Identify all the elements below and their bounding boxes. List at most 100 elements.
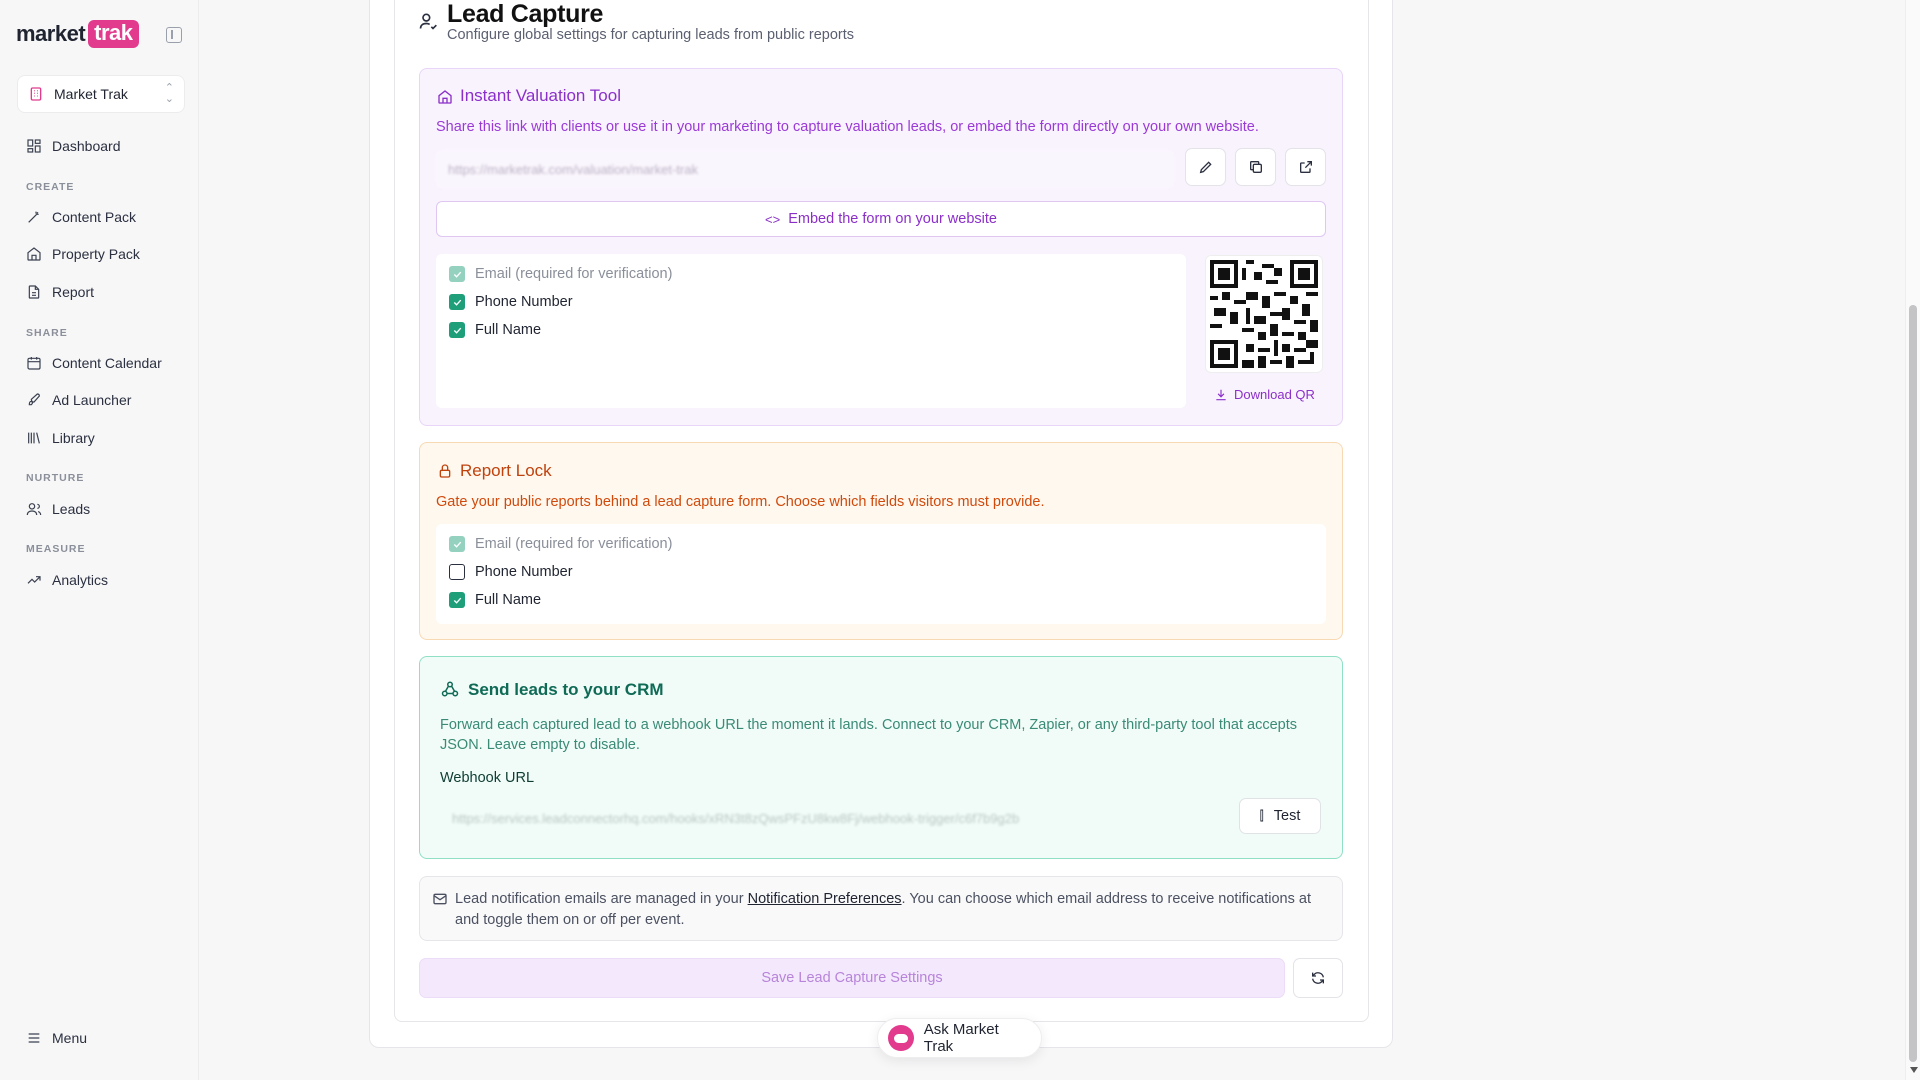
file-text-icon xyxy=(28,285,40,299)
code-icon: <> xyxy=(765,211,781,227)
webhook-url-label: Webhook URL xyxy=(440,770,535,786)
home-icon xyxy=(27,247,41,261)
sidebar-item-dashboard[interactable]: Dashboard xyxy=(26,135,121,157)
test-label: Test xyxy=(1273,808,1301,824)
sidebar-item-leads[interactable]: Leads xyxy=(26,498,90,520)
ivt-fullname-checkbox[interactable]: Full Name xyxy=(449,322,541,338)
sidebar-item-label: Ad Launcher xyxy=(52,392,132,408)
checkbox-unchecked-icon[interactable] xyxy=(449,564,465,580)
user-check-icon xyxy=(419,13,437,30)
building-icon xyxy=(30,87,42,101)
checkbox-label: Phone Number xyxy=(475,564,573,580)
sidebar-item-property-pack[interactable]: Property Pack xyxy=(26,243,140,265)
org-switcher[interactable]: Market Trak ⌃ ⌄ xyxy=(17,75,185,113)
sidebar-item-content-calendar[interactable]: Content Calendar xyxy=(26,352,162,374)
checkbox-checked-icon[interactable] xyxy=(449,322,465,338)
valuation-url-field[interactable]: https://marketrak.com/valuation/market-t… xyxy=(436,150,1174,188)
sidebar-item-label: Leads xyxy=(52,501,91,517)
external-link-icon xyxy=(1299,161,1312,173)
checkbox-checked-icon[interactable] xyxy=(449,294,465,310)
sidebar-item-label: Content Pack xyxy=(52,209,137,225)
embed-form-button[interactable]: <> Embed the form on your website xyxy=(436,201,1326,237)
save-settings-button[interactable]: Save Lead Capture Settings xyxy=(419,958,1285,998)
sidebar-item-label: Analytics xyxy=(52,572,109,588)
wand-icon xyxy=(28,211,39,223)
webhook-url-input[interactable]: https://services.leadconnectorhq.com/hoo… xyxy=(440,800,1222,836)
org-name: Market Trak xyxy=(54,86,128,102)
test-webhook-button[interactable]: ⫿ Test xyxy=(1239,798,1321,834)
ask-label: Ask Market Trak xyxy=(923,1021,999,1055)
chat-icon xyxy=(888,1025,914,1051)
calendar-icon xyxy=(27,357,41,370)
scrollbar-thumb[interactable] xyxy=(1909,305,1917,1062)
scrollbar[interactable] xyxy=(1905,0,1920,1080)
section-nurture: NURTURE xyxy=(26,472,85,484)
sidebar-item-label: Dashboard xyxy=(52,138,121,154)
checkbox-label: Phone Number xyxy=(475,294,573,310)
sidebar-item-label: Content Calendar xyxy=(52,355,162,371)
dashboard-icon xyxy=(27,139,41,153)
embed-label: Embed the form on your website xyxy=(788,211,997,227)
chevron-updown-icon: ⌃ ⌄ xyxy=(164,82,174,105)
ask-market-trak-button[interactable]: Ask Market Trak xyxy=(877,1018,1042,1058)
ivt-description: Share this link with clients or use it i… xyxy=(436,119,1259,135)
sidebar-item-analytics[interactable]: Analytics xyxy=(26,569,108,591)
notification-text: Lead notification emails are managed in … xyxy=(455,889,1335,931)
rl-email-checkbox: Email (required for verification) xyxy=(449,536,672,552)
sidebar-item-label: Report xyxy=(52,284,95,300)
sidebar-item-content-pack[interactable]: Content Pack xyxy=(26,206,136,228)
page-title: Lead Capture xyxy=(447,0,604,28)
section-share: SHARE xyxy=(26,327,68,339)
users-icon xyxy=(26,503,42,516)
page-subtitle: Configure global settings for capturing … xyxy=(447,27,855,43)
sidebar-item-ad-launcher[interactable]: Ad Launcher xyxy=(26,389,131,411)
sidebar-item-label: Menu xyxy=(52,1030,88,1046)
scroll-down-arrow-icon[interactable] xyxy=(1910,1067,1918,1073)
logo-pill: trak xyxy=(88,20,139,48)
checkbox-label: Full Name xyxy=(475,322,542,338)
copy-url-button[interactable] xyxy=(1235,148,1276,186)
test-tube-icon: ⫿ xyxy=(1259,808,1264,823)
crm-description: Forward each captured lead to a webhook … xyxy=(440,717,1298,753)
report-lock-title: Report Lock xyxy=(460,461,552,480)
sidebar-menu[interactable]: Menu xyxy=(26,1027,87,1049)
section-measure: MEASURE xyxy=(26,543,86,555)
report-lock-description: Gate your public reports behind a lead c… xyxy=(436,494,1045,510)
ivt-email-checkbox: Email (required for verification) xyxy=(449,266,672,282)
refresh-button[interactable] xyxy=(1293,958,1343,998)
download-qr-button[interactable]: Download QR xyxy=(1214,387,1315,402)
sidebar: market trak Market Trak ⌃ ⌄ Dashboard CRE… xyxy=(0,0,199,1080)
open-url-button[interactable] xyxy=(1285,148,1326,186)
crm-title: Send leads to your CRM xyxy=(468,680,664,699)
notification-text-before: Lead notification emails are managed in … xyxy=(455,891,748,907)
notification-preferences-link[interactable]: Notification Preferences xyxy=(748,891,902,907)
download-icon xyxy=(1216,389,1226,400)
webhook-icon xyxy=(441,681,459,697)
download-qr-label: Download QR xyxy=(1234,387,1315,402)
menu-icon xyxy=(28,1033,40,1043)
checkbox-label: Email (required for verification) xyxy=(475,266,673,282)
sidebar-item-label: Property Pack xyxy=(52,246,140,262)
sidebar-item-report[interactable]: Report xyxy=(26,281,94,303)
mail-icon xyxy=(433,893,447,905)
library-icon xyxy=(28,432,40,444)
ivt-title: Instant Valuation Tool xyxy=(460,86,621,105)
checkbox-label: Full Name xyxy=(475,592,542,608)
qr-code xyxy=(1205,255,1323,373)
home-icon xyxy=(438,90,452,104)
trending-up-icon xyxy=(27,576,41,584)
ivt-phone-checkbox[interactable]: Phone Number xyxy=(449,294,573,310)
section-create: CREATE xyxy=(26,181,75,193)
sidebar-item-label: Library xyxy=(52,430,95,446)
logo[interactable]: market trak xyxy=(16,20,139,48)
logo-word: market xyxy=(16,21,86,46)
edit-url-button[interactable] xyxy=(1185,148,1226,186)
copy-icon xyxy=(1249,161,1262,173)
rl-phone-checkbox[interactable]: Phone Number xyxy=(449,564,573,580)
rl-fullname-checkbox[interactable]: Full Name xyxy=(449,592,541,608)
sidebar-toggle-icon[interactable] xyxy=(166,27,182,43)
rocket-icon xyxy=(28,393,40,406)
checkbox-label: Email (required for verification) xyxy=(475,536,673,552)
sidebar-item-library[interactable]: Library xyxy=(26,427,95,449)
checkbox-checked-icon[interactable] xyxy=(449,592,465,608)
